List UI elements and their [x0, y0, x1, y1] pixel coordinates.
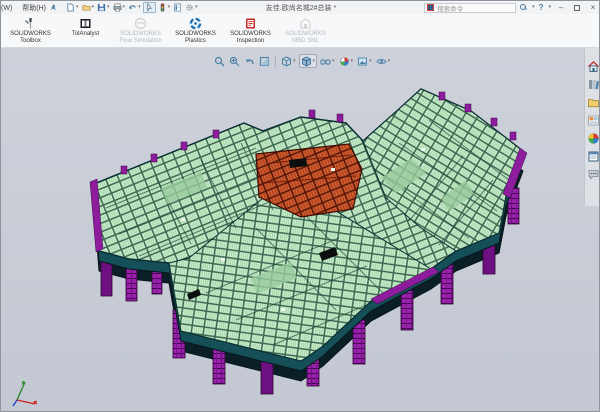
apply-scene-icon[interactable]: ▾ [356, 54, 373, 68]
custom-properties-icon[interactable] [587, 150, 600, 163]
restore-button[interactable] [571, 2, 583, 13]
help-dropdown-chevron[interactable]: ▾ [548, 5, 551, 10]
view-palette-icon[interactable] [587, 114, 600, 127]
headsup-toolbar: ▾ ▾ ▾ ▾ ▾ ▾ [213, 54, 391, 68]
menu-help[interactable]: 帮助(H) [20, 3, 48, 13]
ribbon-addins: SOLIDWORKS Toolbox TolAnalyst SOLIDWORKS… [1, 14, 600, 48]
minimize-button[interactable]: – [555, 2, 567, 13]
graphics-viewport[interactable]: ▾ ▾ ▾ ▾ ▾ ▾ [1, 48, 600, 412]
close-button[interactable]: × [587, 2, 599, 13]
new-icon[interactable]: ▾ [65, 2, 80, 13]
file-properties-icon[interactable] [172, 2, 183, 13]
ribbon-inspection-button[interactable]: SOLIDWORKS Inspection [223, 16, 278, 47]
open-icon[interactable]: ▾ [81, 2, 96, 13]
titlebar-right: 搜索命令 ▾ ? ▾ – × [424, 1, 599, 14]
rebuild-traffic-light-icon[interactable]: ▾ [157, 2, 172, 13]
search-commands-box[interactable]: 搜索命令 [424, 3, 516, 13]
previous-view-icon[interactable] [243, 54, 256, 68]
toolbox-icon [24, 17, 37, 30]
task-pane-tabs [584, 48, 600, 206]
menu-bar: 窗口(W) 帮助(H) [0, 3, 48, 13]
headsup-separator [275, 56, 276, 67]
display-style-icon[interactable]: ▾ [299, 54, 318, 68]
print-icon[interactable]: ▾ [112, 2, 127, 13]
ribbon-plastics-button[interactable]: SOLIDWORKS Plastics [168, 16, 223, 47]
file-explorer-icon[interactable] [587, 96, 600, 109]
search-placeholder: 搜索命令 [437, 3, 513, 13]
search-dropdown-chevron[interactable]: ▾ [532, 5, 535, 10]
ribbon-tolanalyst-button[interactable]: TolAnalyst [58, 16, 113, 47]
solidworks-window: 窗口(W) 帮助(H) ▾ ▾ ▾ ▾ ▾ ▾ ▾ 友佳.欧尚名城2#总装 * … [0, 0, 600, 412]
appearances-scenes-icon[interactable] [587, 132, 600, 145]
help-icon[interactable]: ? [539, 3, 544, 12]
view-settings-icon[interactable]: ▾ [375, 54, 392, 68]
ribbon-toolbox-button[interactable]: SOLIDWORKS Toolbox [3, 16, 58, 47]
search-icon[interactable] [520, 4, 527, 11]
title-bar: 窗口(W) 帮助(H) ▾ ▾ ▾ ▾ ▾ ▾ ▾ 友佳.欧尚名城2#总装 * … [1, 1, 600, 14]
plastics-icon [189, 17, 202, 30]
options-gear-icon[interactable]: ▾ [184, 2, 199, 13]
select-icon[interactable] [143, 2, 156, 13]
model-3d-view[interactable] [1, 48, 600, 412]
mbd-snl-icon [299, 17, 312, 30]
reference-triad [5, 370, 45, 410]
undo-icon[interactable]: ▾ [127, 2, 142, 13]
pin-icon[interactable] [50, 4, 57, 11]
section-view-icon[interactable] [258, 54, 271, 68]
ribbon-mbd-snl-button[interactable]: SOLIDWORKS MBD SNL [278, 16, 333, 47]
solidworks-forum-icon[interactable] [587, 168, 600, 181]
zoom-to-fit-icon[interactable] [213, 54, 226, 68]
design-library-icon[interactable] [587, 78, 600, 91]
save-icon[interactable]: ▾ [96, 2, 111, 13]
flow-simulation-icon [134, 17, 147, 30]
quick-access-toolbar: ▾ ▾ ▾ ▾ ▾ ▾ ▾ [65, 2, 199, 13]
inspection-icon [244, 17, 257, 30]
zoom-to-area-icon[interactable] [228, 54, 241, 68]
ribbon-flow-simulation-button[interactable]: SOLIDWORKS Flow Simulation [113, 16, 168, 47]
hide-show-items-icon[interactable]: ▾ [319, 54, 336, 68]
solidworks-logo-icon [427, 4, 434, 11]
edit-appearance-icon[interactable]: ▾ [338, 54, 355, 68]
solidworks-resources-icon[interactable] [587, 60, 600, 73]
menu-window[interactable]: 窗口(W) [0, 3, 14, 13]
tolanalyst-icon [79, 17, 92, 30]
view-orientation-icon[interactable]: ▾ [280, 54, 297, 68]
